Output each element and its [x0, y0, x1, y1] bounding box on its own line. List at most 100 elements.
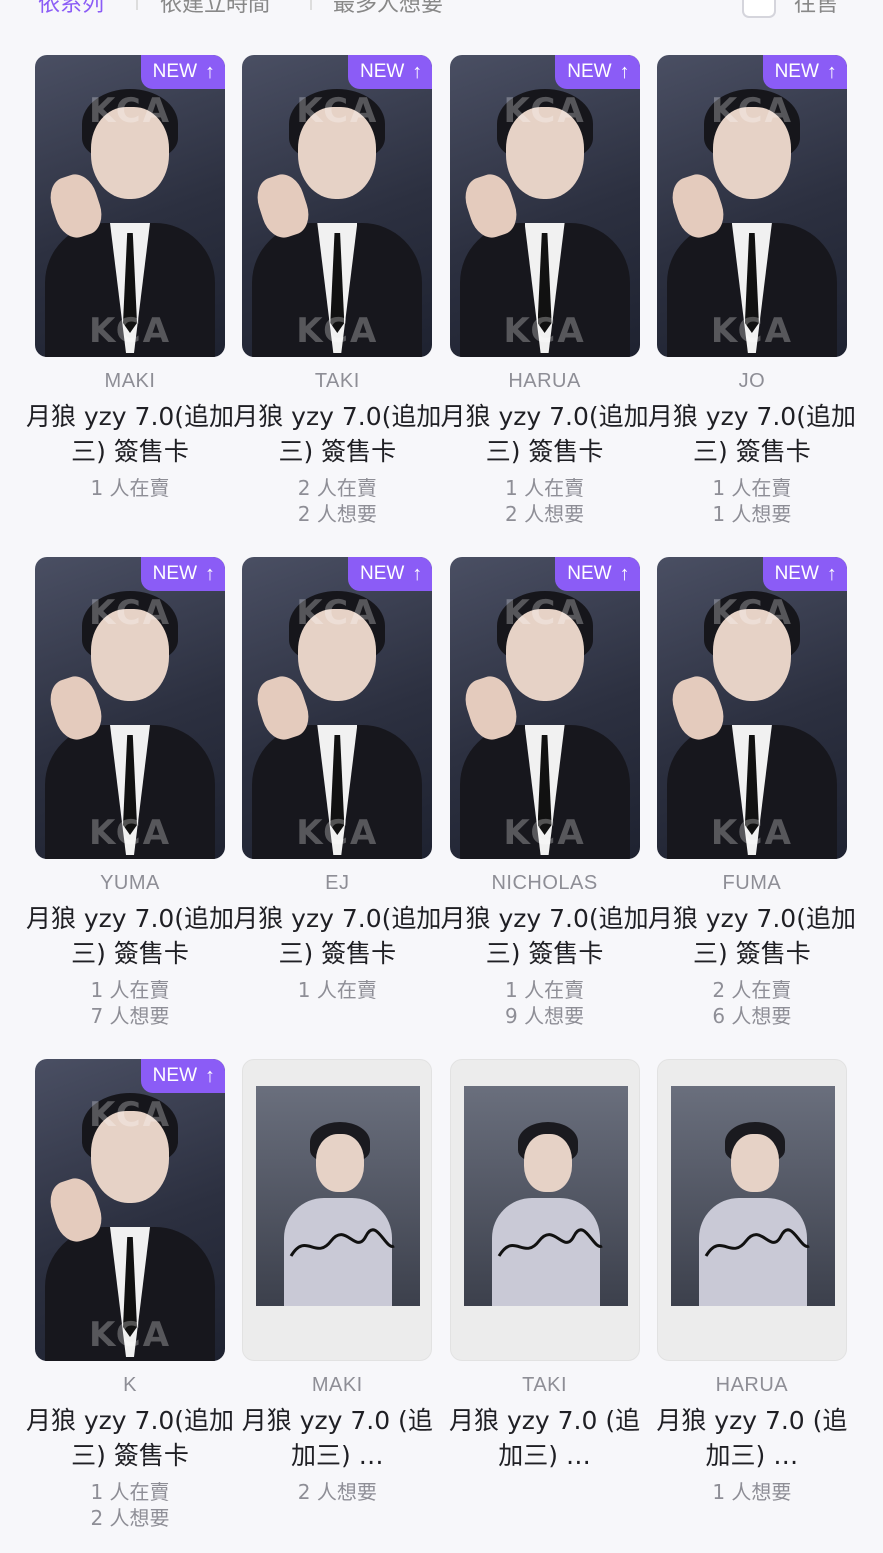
- card-title[interactable]: 月狼 yzy 7.0 (追加三) …: [440, 1403, 650, 1473]
- signature-icon: [704, 1228, 810, 1257]
- card-item[interactable]: TAKI 月狼 yzy 7.0 (追加三) …: [449, 1059, 640, 1553]
- card-photo[interactable]: [242, 1059, 433, 1361]
- card-photo[interactable]: KCA KCA NEW ↑: [242, 55, 433, 357]
- card-stats: 1 人在賣 9 人想要: [450, 977, 640, 1029]
- selling-count: 2 人在賣: [297, 476, 377, 500]
- new-badge: NEW ↑: [347, 55, 433, 89]
- card-item[interactable]: KCA KCA NEW ↑ K 月狼 yzy 7.0(追加三) 簽售卡 1 人在賣 2 人想要: [26, 1059, 234, 1553]
- new-badge-label: NEW: [567, 61, 612, 82]
- card-grid: KCA KCA NEW ↑ MAKI 月狼 yzy 7.0(追加三) 簽售卡 1 人在賣 KC…: [26, 55, 856, 1553]
- selling-count: 1 人在賣: [90, 476, 170, 500]
- member-name: NICHOLAS: [491, 872, 598, 894]
- arrow-up-icon: ↑: [619, 563, 630, 585]
- watermark-logo: KCA: [710, 593, 793, 633]
- new-badge: NEW ↑: [140, 55, 225, 89]
- card-stats: 1 人在賣: [242, 977, 432, 1003]
- watermark-logo: KCA: [88, 593, 172, 633]
- card-item[interactable]: KCA KCA NEW ↑ FUMA 月狼 yzy 7.0(追加三) 簽售卡 2 人在賣 6 …: [648, 557, 856, 1059]
- card-stats: 1 人在賣 2 人想要: [450, 475, 640, 527]
- card-item[interactable]: KCA KCA NEW ↑ YUMA 月狼 yzy 7.0(追加三) 簽售卡 1 人在賣 7 …: [26, 557, 234, 1059]
- watermark-logo: KCA: [88, 813, 172, 853]
- card-title[interactable]: 月狼 yzy 7.0(追加三) 簽售卡: [25, 1403, 235, 1473]
- watermark-logo: KCA: [503, 593, 586, 633]
- arrow-up-icon: ↑: [826, 563, 837, 585]
- card-title[interactable]: 月狼 yzy 7.0(追加三) 簽售卡: [232, 901, 442, 971]
- card-photo[interactable]: KCA KCA NEW ↑: [656, 55, 847, 357]
- selling-count: 1 人在賣: [297, 978, 377, 1002]
- card-title[interactable]: 月狼 yzy 7.0(追加三) 簽售卡: [440, 399, 650, 469]
- figure-head: [523, 1134, 572, 1192]
- card-photo[interactable]: KCA KCA NEW ↑: [242, 557, 433, 859]
- sort-divider: [136, 0, 138, 10]
- card-item[interactable]: MAKI 月狼 yzy 7.0 (追加三) … 2 人想要: [242, 1059, 433, 1553]
- watermark-logo: KCA: [88, 1095, 172, 1135]
- polaroid-shot: [256, 1086, 421, 1306]
- card-item[interactable]: KCA KCA NEW ↑ NICHOLAS 月狼 yzy 7.0(追加三) 簽售卡 1 人…: [441, 557, 649, 1059]
- new-badge-label: NEW: [359, 61, 405, 82]
- selling-count: 2 人在賣: [712, 978, 792, 1002]
- wanting-count: 2 人想要: [505, 502, 585, 526]
- card-photo[interactable]: [656, 1059, 847, 1361]
- watermark-logo: KCA: [296, 311, 379, 351]
- card-item[interactable]: KCA KCA NEW ↑ EJ 月狼 yzy 7.0(追加三) 簽售卡 1 人在賣: [233, 557, 441, 1059]
- card-stats: 2 人在賣 6 人想要: [657, 977, 847, 1029]
- card-title[interactable]: 月狼 yzy 7.0(追加三) 簽售卡: [25, 399, 235, 469]
- member-name: K: [123, 1374, 137, 1396]
- card-item[interactable]: HARUA 月狼 yzy 7.0 (追加三) … 1 人想要: [656, 1059, 847, 1553]
- new-badge: NEW ↑: [347, 557, 433, 591]
- selling-count: 1 人在賣: [505, 476, 585, 500]
- sort-by-created-time[interactable]: 依建立時間: [160, 0, 270, 18]
- card-photo[interactable]: KCA KCA NEW ↑: [35, 55, 225, 357]
- arrow-up-icon: ↑: [205, 563, 215, 585]
- arrow-up-icon: ↑: [412, 563, 423, 585]
- sort-by-series[interactable]: 依系列: [38, 0, 104, 18]
- selling-count: 1 人在賣: [712, 476, 792, 500]
- watermark-logo: KCA: [503, 91, 586, 131]
- wanting-count: 2 人想要: [297, 502, 377, 526]
- arrow-up-icon: ↑: [826, 61, 837, 83]
- arrow-up-icon: ↑: [205, 1065, 215, 1087]
- watermark-logo: KCA: [710, 91, 793, 131]
- new-badge-label: NEW: [774, 563, 819, 584]
- filter-checkbox-label[interactable]: 往售: [794, 0, 838, 18]
- signature-icon: [497, 1228, 603, 1257]
- card-title[interactable]: 月狼 yzy 7.0(追加三) 簽售卡: [647, 901, 857, 971]
- selling-count: 1 人在賣: [90, 978, 170, 1002]
- new-badge: NEW ↑: [140, 557, 225, 591]
- arrow-up-icon: ↑: [619, 61, 630, 83]
- card-title[interactable]: 月狼 yzy 7.0(追加三) 簽售卡: [232, 399, 442, 469]
- card-photo[interactable]: KCA KCA NEW ↑: [35, 1059, 225, 1361]
- card-title[interactable]: 月狼 yzy 7.0(追加三) 簽售卡: [647, 399, 857, 469]
- card-stats: 2 人想要: [242, 1479, 432, 1505]
- card-title[interactable]: 月狼 yzy 7.0 (追加三) …: [647, 1403, 857, 1473]
- selling-count: 2 人想要: [297, 1480, 377, 1504]
- selling-count: 1 人在賣: [505, 978, 585, 1002]
- card-photo[interactable]: KCA KCA NEW ↑: [449, 55, 640, 357]
- card-item[interactable]: KCA KCA NEW ↑ TAKI 月狼 yzy 7.0(追加三) 簽售卡 2 人在賣 2 …: [233, 55, 441, 557]
- new-badge: NEW ↑: [555, 55, 640, 89]
- watermark-logo: KCA: [296, 593, 379, 633]
- card-item[interactable]: KCA KCA NEW ↑ MAKI 月狼 yzy 7.0(追加三) 簽售卡 1 人在賣: [26, 55, 234, 557]
- new-badge: NEW ↑: [762, 557, 847, 591]
- member-name: TAKI: [314, 370, 360, 392]
- card-title[interactable]: 月狼 yzy 7.0(追加三) 簽售卡: [440, 901, 650, 971]
- wanting-count: 2 人想要: [90, 1506, 170, 1530]
- watermark-logo: KCA: [710, 813, 793, 853]
- card-photo[interactable]: KCA KCA NEW ↑: [656, 557, 847, 859]
- card-photo[interactable]: [449, 1059, 640, 1361]
- card-title[interactable]: 月狼 yzy 7.0 (追加三) …: [232, 1403, 442, 1473]
- figure-head: [730, 1134, 779, 1192]
- card-photo[interactable]: KCA KCA NEW ↑: [35, 557, 225, 859]
- card-item[interactable]: KCA KCA NEW ↑ JO 月狼 yzy 7.0(追加三) 簽售卡 1 人在賣 1 人想…: [648, 55, 856, 557]
- new-badge-label: NEW: [152, 1065, 197, 1086]
- filter-checkbox[interactable]: [742, 0, 776, 18]
- member-name: JO: [738, 370, 766, 392]
- card-item[interactable]: KCA KCA NEW ↑ HARUA 月狼 yzy 7.0(追加三) 簽售卡 1 人在賣 2…: [441, 55, 649, 557]
- card-title[interactable]: 月狼 yzy 7.0(追加三) 簽售卡: [25, 901, 235, 971]
- sort-by-most-wanted[interactable]: 最多人想要: [333, 0, 443, 18]
- arrow-up-icon: ↑: [412, 61, 423, 83]
- sort-bar: 依系列 依建立時間 最多人想要 往售: [0, 0, 883, 40]
- card-photo[interactable]: KCA KCA NEW ↑: [449, 557, 640, 859]
- watermark-logo: KCA: [503, 813, 586, 853]
- member-name: MAKI: [311, 1374, 363, 1396]
